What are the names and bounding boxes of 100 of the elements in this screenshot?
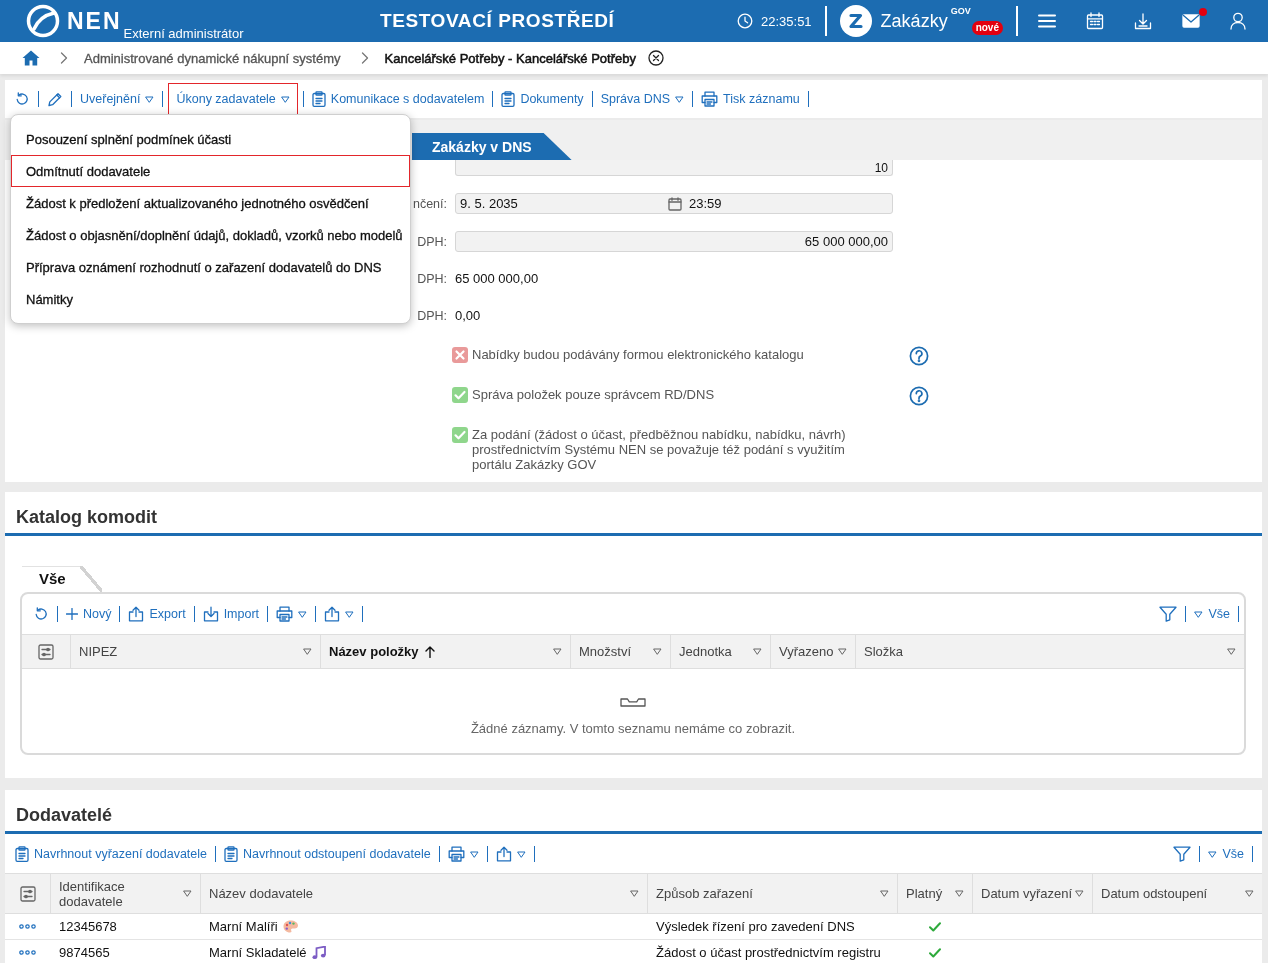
add-button[interactable]: Nový: [63, 602, 115, 626]
home-icon: [22, 50, 40, 66]
section-title: Dodavatelé: [15, 804, 114, 827]
column-settings-icon: [38, 643, 54, 660]
printer-icon: [276, 606, 294, 622]
ring-logo-icon: [26, 4, 60, 38]
export-button[interactable]: Export: [125, 602, 189, 626]
checkbox-label: Správa položek pouze správcem RD/DNS: [472, 387, 715, 402]
time-value: 23:59: [689, 196, 722, 211]
column-header[interactable]: Název položky: [320, 635, 570, 668]
checkbox[interactable]: [452, 387, 468, 403]
menu-item[interactable]: Námitky: [11, 283, 410, 315]
mail-icon: [1182, 14, 1200, 28]
column-header[interactable]: Složka: [855, 635, 1244, 668]
refresh-icon: [14, 91, 30, 107]
filter-caret-icon: [183, 890, 192, 897]
portal-logo-icon: [839, 5, 872, 37]
menu-item[interactable]: Odmítnutí dodavatele: [11, 155, 410, 187]
caret-down-icon: [1208, 850, 1218, 858]
menu-item[interactable]: Žádost o objasnění/doplnění údajů, dokladů, vzorků nebo modelů: [11, 219, 410, 251]
table-cell: 9874565: [59, 945, 110, 960]
download-icon: [202, 606, 219, 622]
upload-icon: [495, 846, 512, 862]
table-cell: Výsledek řízení pro zavedení DNS: [656, 919, 855, 934]
close-button[interactable]: [648, 50, 664, 66]
refresh-icon: [33, 606, 49, 622]
column-header[interactable]: Datum vyřazení: [972, 874, 1092, 913]
calendar-icon: [668, 196, 682, 211]
filter-caret-icon: [653, 648, 662, 655]
table-cell: Žádost o účast prostřednictvím registru: [656, 945, 881, 960]
field-label: DPH:: [417, 234, 447, 249]
user-button[interactable]: [1230, 12, 1246, 30]
new-badge: nové: [971, 21, 1003, 35]
tab[interactable]: Zakázky v DNS: [412, 133, 572, 160]
chevron-right-icon: [360, 52, 369, 64]
help-icon[interactable]: [909, 386, 929, 406]
number-field[interactable]: 65 000 000,00: [455, 231, 893, 252]
empty-tray-icon: [620, 697, 646, 707]
filter-caret-icon: [1245, 890, 1254, 897]
more-dots-icon: [19, 950, 36, 955]
filter-caret-icon: [1075, 890, 1084, 897]
menu-item[interactable]: Příprava oznámení rozhodnutí o zařazení dodavatelů do DNS: [11, 251, 410, 283]
toolbar-button[interactable]: Úkony zadavatele: [168, 83, 298, 115]
clock-time: 22:35:51: [761, 13, 812, 29]
number-field[interactable]: 10: [455, 160, 893, 176]
column-header[interactable]: Množství: [570, 635, 670, 668]
palette-icon: [282, 920, 298, 933]
column-header[interactable]: Vyřazeno: [770, 635, 855, 668]
checkbox[interactable]: [452, 347, 468, 363]
column-header[interactable]: Datum odstoupení: [1092, 874, 1262, 913]
plus-icon: [66, 608, 78, 620]
toolbar-button[interactable]: Komunikace s dodavatelem: [308, 87, 488, 111]
help-icon[interactable]: [909, 346, 929, 366]
breadcrumb-link[interactable]: Administrované dynamické nákupní systémy: [84, 50, 341, 66]
date-time-field[interactable]: 9. 5. 2035 23:59: [455, 193, 893, 214]
table-cell: Marní Skladatelé: [209, 945, 307, 960]
environment-title: TESTOVACÍ PROSTŘEDÍ: [380, 10, 615, 32]
field-value: 0,00: [455, 308, 481, 323]
filter-caret-icon: [630, 890, 639, 897]
column-header[interactable]: Způsob zařazení: [647, 874, 897, 913]
calendar-button[interactable]: [1086, 12, 1104, 30]
row-actions-button[interactable]: [19, 950, 36, 955]
column-header[interactable]: Platný: [897, 874, 972, 913]
column-header[interactable]: NIPEZ: [70, 635, 320, 668]
column-header[interactable]: Název dodavatele: [200, 874, 647, 913]
toolbar-button[interactable]: Navrhnout odstoupení dodavatele: [221, 842, 434, 866]
close-icon: [648, 50, 664, 66]
import-button[interactable]: Import: [199, 602, 263, 626]
view-filter-dropdown[interactable]: Vše: [1191, 602, 1233, 626]
menu-button[interactable]: [1038, 14, 1056, 28]
field-label: DPH:: [417, 272, 447, 286]
toolbar-button[interactable]: Správa DNS: [597, 87, 688, 111]
clipboard-icon: [311, 91, 326, 107]
filter-caret-icon: [553, 648, 562, 655]
menu-item[interactable]: Žádost k předložení aktualizovaného jednotného osvědčení: [11, 187, 410, 219]
print-button[interactable]: Tisk záznamu: [698, 87, 803, 111]
download-button[interactable]: [1134, 12, 1152, 30]
empty-state-message: Žádné záznamy. V tomto seznamu nemáme co zobrazit.: [470, 721, 796, 736]
clipboard-icon: [224, 846, 239, 862]
calendar-icon: [1086, 12, 1104, 30]
column-header[interactable]: Jednotka: [670, 635, 770, 668]
role-label: Externí administrátor: [123, 26, 244, 41]
section-title: Katalog komodit: [15, 506, 158, 529]
view-filter-dropdown[interactable]: Vše: [1205, 842, 1247, 866]
tab[interactable]: Vše: [22, 566, 102, 592]
toolbar-button[interactable]: Dokumenty: [498, 87, 587, 111]
clock-icon: [737, 13, 753, 29]
checkbox[interactable]: [452, 427, 468, 443]
printer-icon: [447, 846, 465, 862]
field-label: DPH:: [417, 309, 447, 323]
column-header[interactable]: Identifikace dodavatele: [50, 874, 200, 913]
toolbar-button[interactable]: Navrhnout vyřazení dodavatele: [12, 842, 211, 866]
menu-item[interactable]: Posouzení splnění podmínek účasti: [11, 123, 410, 155]
row-actions-button[interactable]: [19, 924, 36, 929]
filter-caret-icon: [753, 648, 762, 655]
toolbar-button[interactable]: Uveřejnění: [77, 87, 158, 111]
home-button[interactable]: [22, 50, 40, 66]
caret-down-icon: [1194, 610, 1204, 618]
menu-icon: [1038, 14, 1056, 28]
music-note-icon: [311, 945, 326, 960]
